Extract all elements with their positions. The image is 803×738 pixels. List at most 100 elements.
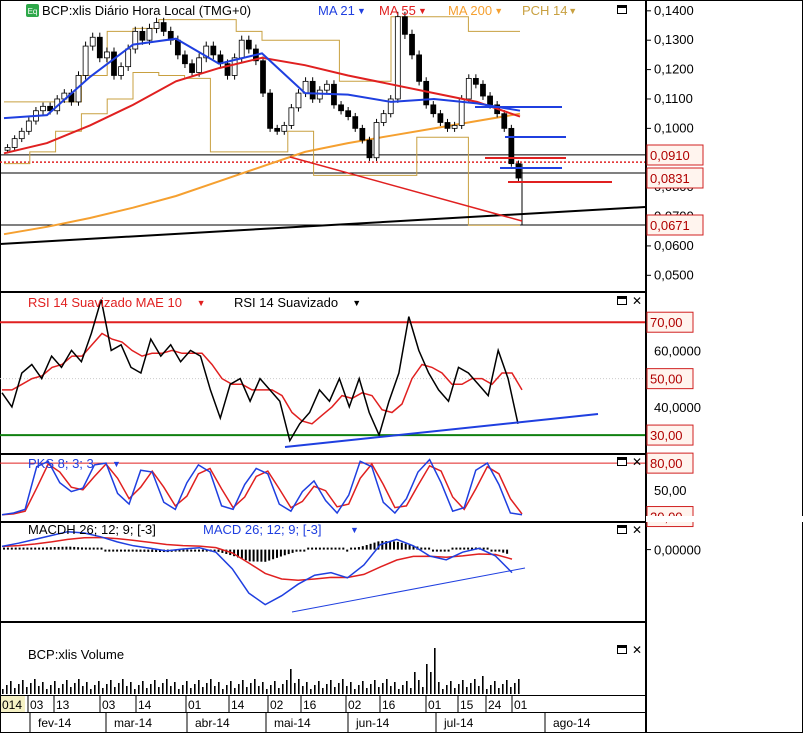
macd-hist-bar: [252, 549, 255, 562]
volume-bar: [98, 681, 100, 694]
macd-hist-bar: [123, 549, 126, 552]
x-axis-day-label: 15: [460, 698, 474, 712]
macd-hist-bar: [365, 545, 368, 550]
legend-item: PCH 14: [522, 3, 568, 18]
volume-bar: [174, 682, 176, 694]
close-icon[interactable]: ✕: [632, 523, 642, 537]
candle-body: [515, 163, 522, 179]
macd-hist-bar: [147, 549, 150, 552]
volume-bar: [462, 680, 464, 694]
chevron-down-icon: ▼: [568, 6, 577, 16]
candle-body: [25, 120, 32, 132]
volume-bar: [258, 686, 260, 694]
volume-bar: [330, 680, 332, 694]
volume-legend-label[interactable]: BCP:xlis Volume: [28, 647, 124, 662]
volume-bar: [298, 679, 300, 694]
stoch-y-tick-label: 50,00: [654, 483, 687, 498]
macd-hist-bar: [135, 549, 138, 552]
volume-bar: [314, 685, 316, 694]
volume-bar: [34, 679, 36, 694]
volume-bar: [46, 689, 48, 694]
x-axis-day-label: 02: [348, 698, 362, 712]
rsi-y-tick-label: 30,00: [650, 428, 683, 443]
volume-bar: [374, 680, 376, 694]
main-y-tick-label: 0,1300: [654, 32, 694, 47]
macd-hist-bar: [276, 549, 278, 558]
candle-body: [189, 63, 195, 73]
main-legend[interactable]: MA 21 ▼ MA 55 ▼ MA 200 ▼ PCH 14 ▼: [318, 3, 577, 18]
volume-bar: [54, 681, 56, 694]
macd-hist-bar: [334, 547, 337, 550]
macd-hist-bar: [112, 549, 115, 552]
volume-bar: [130, 682, 132, 694]
price-tag-label: 0,0831: [650, 171, 690, 186]
candle-body: [174, 39, 181, 56]
macd-hist-bar: [268, 549, 271, 561]
volume-bar: [126, 686, 128, 694]
candle-body: [380, 113, 387, 123]
volume-bar: [278, 688, 280, 694]
volume-bar: [70, 687, 72, 694]
macd-y-tick-label: 0,00000: [654, 543, 701, 558]
candle-body: [444, 122, 451, 129]
macd-hist-bar: [116, 549, 119, 552]
candle-body: [146, 28, 153, 41]
volume-bar: [306, 682, 308, 694]
x-axis-day-label: 01: [428, 698, 442, 712]
close-icon[interactable]: ✕: [632, 455, 642, 469]
candle-body: [295, 92, 302, 109]
volume-bar: [346, 686, 348, 694]
candle-body: [11, 138, 18, 148]
macd-hist-bar: [463, 547, 466, 550]
macd-hist-bar: [396, 541, 399, 550]
macd-hist-bar: [61, 546, 64, 550]
macd-hist-bar: [22, 547, 25, 550]
macd-hist-bar: [198, 549, 200, 552]
macd-legend-item: MACDH 26; 12; 9; [-3]: [28, 522, 156, 537]
x-axis-day-label: 03: [30, 698, 44, 712]
instrument-title[interactable]: BCP:xlis Diário Hora Local (TMG+0): [42, 3, 251, 18]
macd-hist-bar: [482, 547, 485, 550]
volume-bar: [74, 683, 76, 694]
rsi-y-axis-ticks: 70,00 60,0000 50,00 40,0000 30,00: [646, 311, 701, 446]
volume-bar: [326, 684, 328, 694]
candle-body: [451, 125, 458, 129]
close-icon[interactable]: ✕: [632, 643, 642, 657]
macd-hist-bar: [428, 547, 431, 550]
macd-hist-bar: [244, 549, 247, 561]
macd-hist-bar: [455, 547, 458, 550]
x-axis-day-label: 13: [56, 698, 70, 712]
close-icon[interactable]: ✕: [632, 294, 642, 308]
candle-body: [160, 22, 167, 32]
legend-item: MA 55: [379, 3, 416, 18]
candle-body: [352, 116, 359, 129]
macd-hist-bar: [439, 549, 442, 552]
rsi-legend-item: RSI 14 Suavizado: [234, 295, 338, 310]
macd-hist-bar: [42, 547, 44, 550]
rsi-panel-frame[interactable]: [0, 292, 646, 454]
volume-bar: [178, 689, 180, 694]
volume-bar: [30, 683, 32, 694]
volume-bar: [214, 686, 216, 694]
equity-badge-label: Eq: [28, 7, 38, 16]
candle-body: [18, 130, 25, 140]
macd-hist-bar: [143, 549, 146, 552]
macd-hist-bar: [73, 546, 76, 550]
macd-hist-bar: [256, 549, 259, 562]
macd-hist-bar: [18, 547, 21, 550]
macd-hist-bar: [303, 549, 306, 552]
volume-bar: [42, 682, 44, 694]
volume-bar: [154, 680, 156, 694]
macd-hist-bar: [369, 543, 372, 550]
candle-body: [82, 45, 89, 76]
volume-bar: [10, 681, 12, 694]
volume-bar: [390, 686, 392, 694]
macd-hist-bar: [299, 549, 302, 552]
candle-body: [416, 54, 422, 82]
main-y-tick-label: 0,0500: [654, 267, 694, 282]
candle-body: [139, 30, 146, 41]
macd-hist-bar: [330, 547, 333, 550]
volume-bar: [414, 672, 416, 694]
macd-hist-bar: [307, 547, 310, 550]
x-axis-day-label: 01: [514, 698, 528, 712]
